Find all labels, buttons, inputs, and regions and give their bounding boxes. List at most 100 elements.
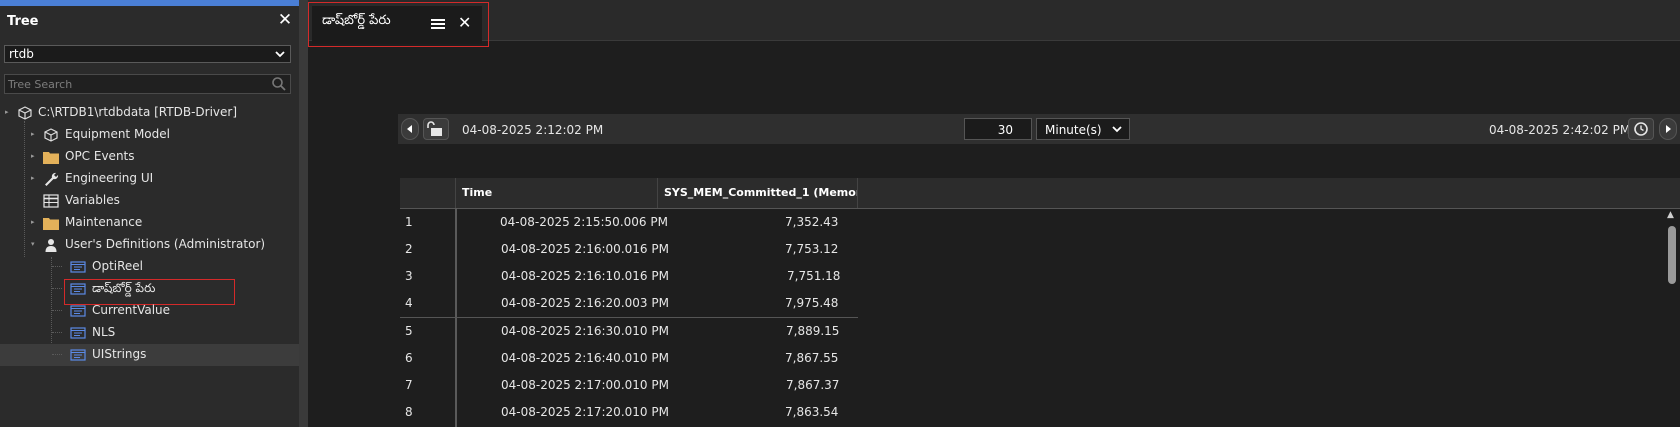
duration-value: 30 (997, 123, 1013, 137)
row-number: 6 (405, 351, 413, 365)
database-select-value: rtdb (9, 47, 34, 61)
time-cell: 04-08-2025 2:16:10.016 PM (501, 269, 669, 283)
tree-search-placeholder: Tree Search (8, 78, 73, 91)
tree-item-label: Engineering UI (65, 171, 154, 185)
tree-guide-line (52, 354, 62, 355)
tree-guide-line (52, 266, 62, 267)
chevron-left-icon (407, 125, 412, 133)
highlight-box (308, 2, 489, 47)
tree-item-label: User's Definitions (Administrator) (65, 237, 266, 251)
row-number: 4 (405, 296, 413, 310)
tree-close-icon[interactable]: ✕ (276, 11, 294, 29)
time-cell: 04-08-2025 2:17:00.010 PM (501, 378, 669, 392)
time-cell: 04-08-2025 2:16:40.010 PM (501, 351, 669, 365)
cube-icon (17, 105, 33, 120)
duration-input[interactable]: 30 (964, 118, 1032, 140)
tree-panel: Tree ✕ rtdb Tree Search ▸ C:\RTDB1\rtdbd… (0, 0, 299, 427)
start-time-label[interactable]: 04-08-2025 2:12:02 PM (462, 123, 603, 137)
value-cell: 7,867.55 (785, 351, 839, 365)
tree-item-label: OPC Events (65, 149, 135, 163)
table-row[interactable]: 4 04-08-2025 2:16:20.003 PM 7,975.48 (400, 290, 858, 318)
tree-item-label: NLS (92, 325, 116, 339)
time-unit-value: Minute(s) (1045, 123, 1102, 137)
clock-icon (1634, 122, 1648, 136)
tree-guide-line (24, 121, 25, 257)
table-row[interactable]: 3 04-08-2025 2:16:10.016 PM 7,751.18 (400, 263, 858, 290)
tree-search-input[interactable]: Tree Search (4, 74, 291, 94)
tree-panel-title: Tree (7, 14, 39, 29)
tree-guide-line (52, 310, 62, 311)
value-cell: 7,863.54 (785, 405, 839, 419)
time-cell: 04-08-2025 2:16:00.016 PM (501, 242, 669, 256)
grid-header: Time SYS_MEM_Committed_1 (Memory ... (400, 178, 1680, 209)
table-icon (43, 193, 59, 208)
tree-guide-line (51, 257, 52, 355)
row-number: 7 (405, 378, 413, 392)
value-cell: 7,352.43 (785, 215, 839, 229)
vertical-scrollbar[interactable]: ▲ (1664, 210, 1680, 427)
dashboard-icon (70, 303, 86, 317)
collapse-icon[interactable]: ▾ (31, 233, 35, 255)
wrench-icon (43, 171, 59, 186)
clock-button[interactable] (1628, 118, 1654, 140)
chevron-right-icon (1666, 125, 1671, 133)
time-unit-select[interactable]: Minute(s) (1036, 118, 1130, 140)
tree-guide-line (52, 288, 62, 289)
cube-icon (43, 127, 59, 142)
dashboard-icon (70, 347, 86, 361)
time-cell: 04-08-2025 2:17:20.010 PM (501, 405, 669, 419)
folder-icon (43, 149, 59, 164)
row-number: 8 (405, 405, 413, 419)
tree-item-label: Variables (65, 193, 120, 207)
search-icon[interactable] (271, 76, 287, 95)
scrollbar-thumb[interactable] (1668, 226, 1676, 284)
column-header-sys-mem-committed[interactable]: SYS_MEM_Committed_1 (Memory ... (658, 178, 858, 208)
table-row[interactable]: 7 04-08-2025 2:17:00.010 PM 7,867.37 (400, 372, 858, 399)
table-row[interactable]: 8 04-08-2025 2:17:20.010 PM 7,863.54 (400, 399, 858, 426)
expand-icon[interactable]: ▸ (31, 145, 35, 167)
time-cell: 04-08-2025 2:15:50.006 PM (500, 215, 668, 229)
table-row[interactable]: 6 04-08-2025 2:16:40.010 PM 7,867.55 (400, 345, 858, 372)
user-icon (43, 237, 59, 252)
previous-period-button[interactable] (401, 118, 419, 140)
panel-splitter[interactable] (299, 0, 308, 427)
dashboard-icon (70, 325, 86, 339)
expand-icon[interactable]: ▸ (31, 167, 35, 189)
value-cell: 7,867.37 (786, 378, 840, 392)
chevron-down-icon (1111, 121, 1123, 140)
database-select[interactable]: rtdb (4, 45, 291, 63)
end-time-label[interactable]: 04-08-2025 2:42:02 PM (1489, 123, 1630, 137)
tree-panel-accent-bar (0, 0, 299, 6)
time-cell: 04-08-2025 2:16:20.003 PM (501, 296, 669, 310)
column-header-time[interactable]: Time (456, 178, 658, 208)
table-row[interactable]: 5 04-08-2025 2:16:30.010 PM 7,889.15 (400, 318, 858, 345)
row-number: 3 (405, 269, 413, 283)
row-number-header (400, 178, 456, 208)
tree-item-label: Maintenance (65, 215, 143, 229)
dashboard-icon (70, 259, 86, 273)
expand-icon[interactable]: ▸ (31, 211, 35, 233)
row-number: 2 (405, 242, 413, 256)
tree-guide-line (52, 332, 62, 333)
tree-item-label: CurrentValue (92, 303, 171, 317)
tree-root-label: C:\RTDB1\rtdbdata [RTDB-Driver] (38, 105, 238, 119)
unlock-icon (427, 121, 442, 136)
row-number: 1 (405, 215, 413, 229)
expand-icon[interactable]: ▸ (5, 101, 9, 123)
tree-item-label: UIStrings (92, 347, 147, 361)
scroll-up-icon[interactable]: ▲ (1667, 210, 1674, 220)
value-cell: 7,889.15 (786, 324, 840, 338)
table-row[interactable]: 2 04-08-2025 2:16:00.016 PM 7,753.12 (400, 236, 858, 263)
tree-selected-row-highlight (0, 344, 299, 366)
unlock-button[interactable] (423, 118, 449, 140)
expand-icon[interactable]: ▸ (31, 123, 35, 145)
value-cell: 7,751.18 (787, 269, 841, 283)
tree-item-label: Equipment Model (65, 127, 170, 141)
chevron-down-icon (274, 46, 286, 65)
time-range-toolbar: 04-08-2025 2:12:02 PM 30 Minute(s) 04-08… (398, 114, 1680, 144)
folder-icon (43, 215, 59, 230)
row-number: 5 (405, 324, 413, 338)
next-period-button[interactable] (1659, 118, 1677, 140)
table-row[interactable]: 1 04-08-2025 2:15:50.006 PM 7,352.43 (400, 209, 858, 236)
tree-item-label: OptiReel (92, 259, 143, 273)
